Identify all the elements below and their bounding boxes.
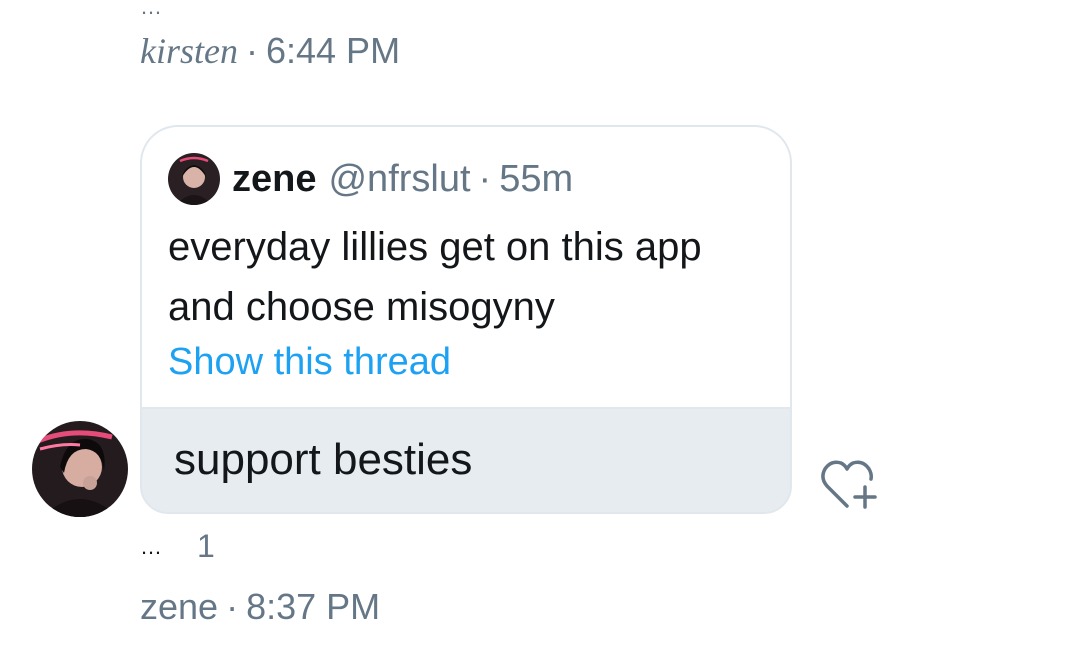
quoted-tweet-card[interactable]: zene @nfrslut · 55m everyday lillies get… [140,125,792,407]
message-text: support besties [174,435,473,484]
sender-avatar[interactable] [32,421,128,517]
previous-message-time: 6:44 PM [265,30,401,71]
quoted-tweet-avatar [168,153,220,205]
reaction-count[interactable]: 1 [197,528,215,565]
meta-separator: · [245,30,258,71]
heart-add-icon [821,460,877,509]
previous-message-meta: kirsten · 6:44 PM [140,30,400,72]
quoted-tweet-age: 55m [499,157,574,200]
quoted-tweet-name: zene [232,157,317,200]
quoted-tweet-text: everyday lillies get on this app and cho… [168,225,702,329]
message-time: 8:37 PM [246,586,381,627]
more-horizontal-icon[interactable]: … [140,534,163,560]
show-thread-link[interactable]: Show this thread [168,341,451,384]
previous-message-actions-remnant: … [140,0,163,19]
quoted-tweet-separator: · [478,157,492,200]
meta-separator: · [226,586,239,627]
previous-message-author: kirsten [140,31,238,71]
message-author: zene [140,586,219,627]
add-reaction-button[interactable] [818,456,878,512]
message-reactions: … 1 [140,528,215,565]
quoted-tweet-header: zene @nfrslut · 55m [168,153,573,205]
message-bubble[interactable]: support besties [140,407,792,514]
message-meta: zene · 8:37 PM [140,586,380,628]
quoted-tweet-handle: @nfrslut [328,157,471,200]
